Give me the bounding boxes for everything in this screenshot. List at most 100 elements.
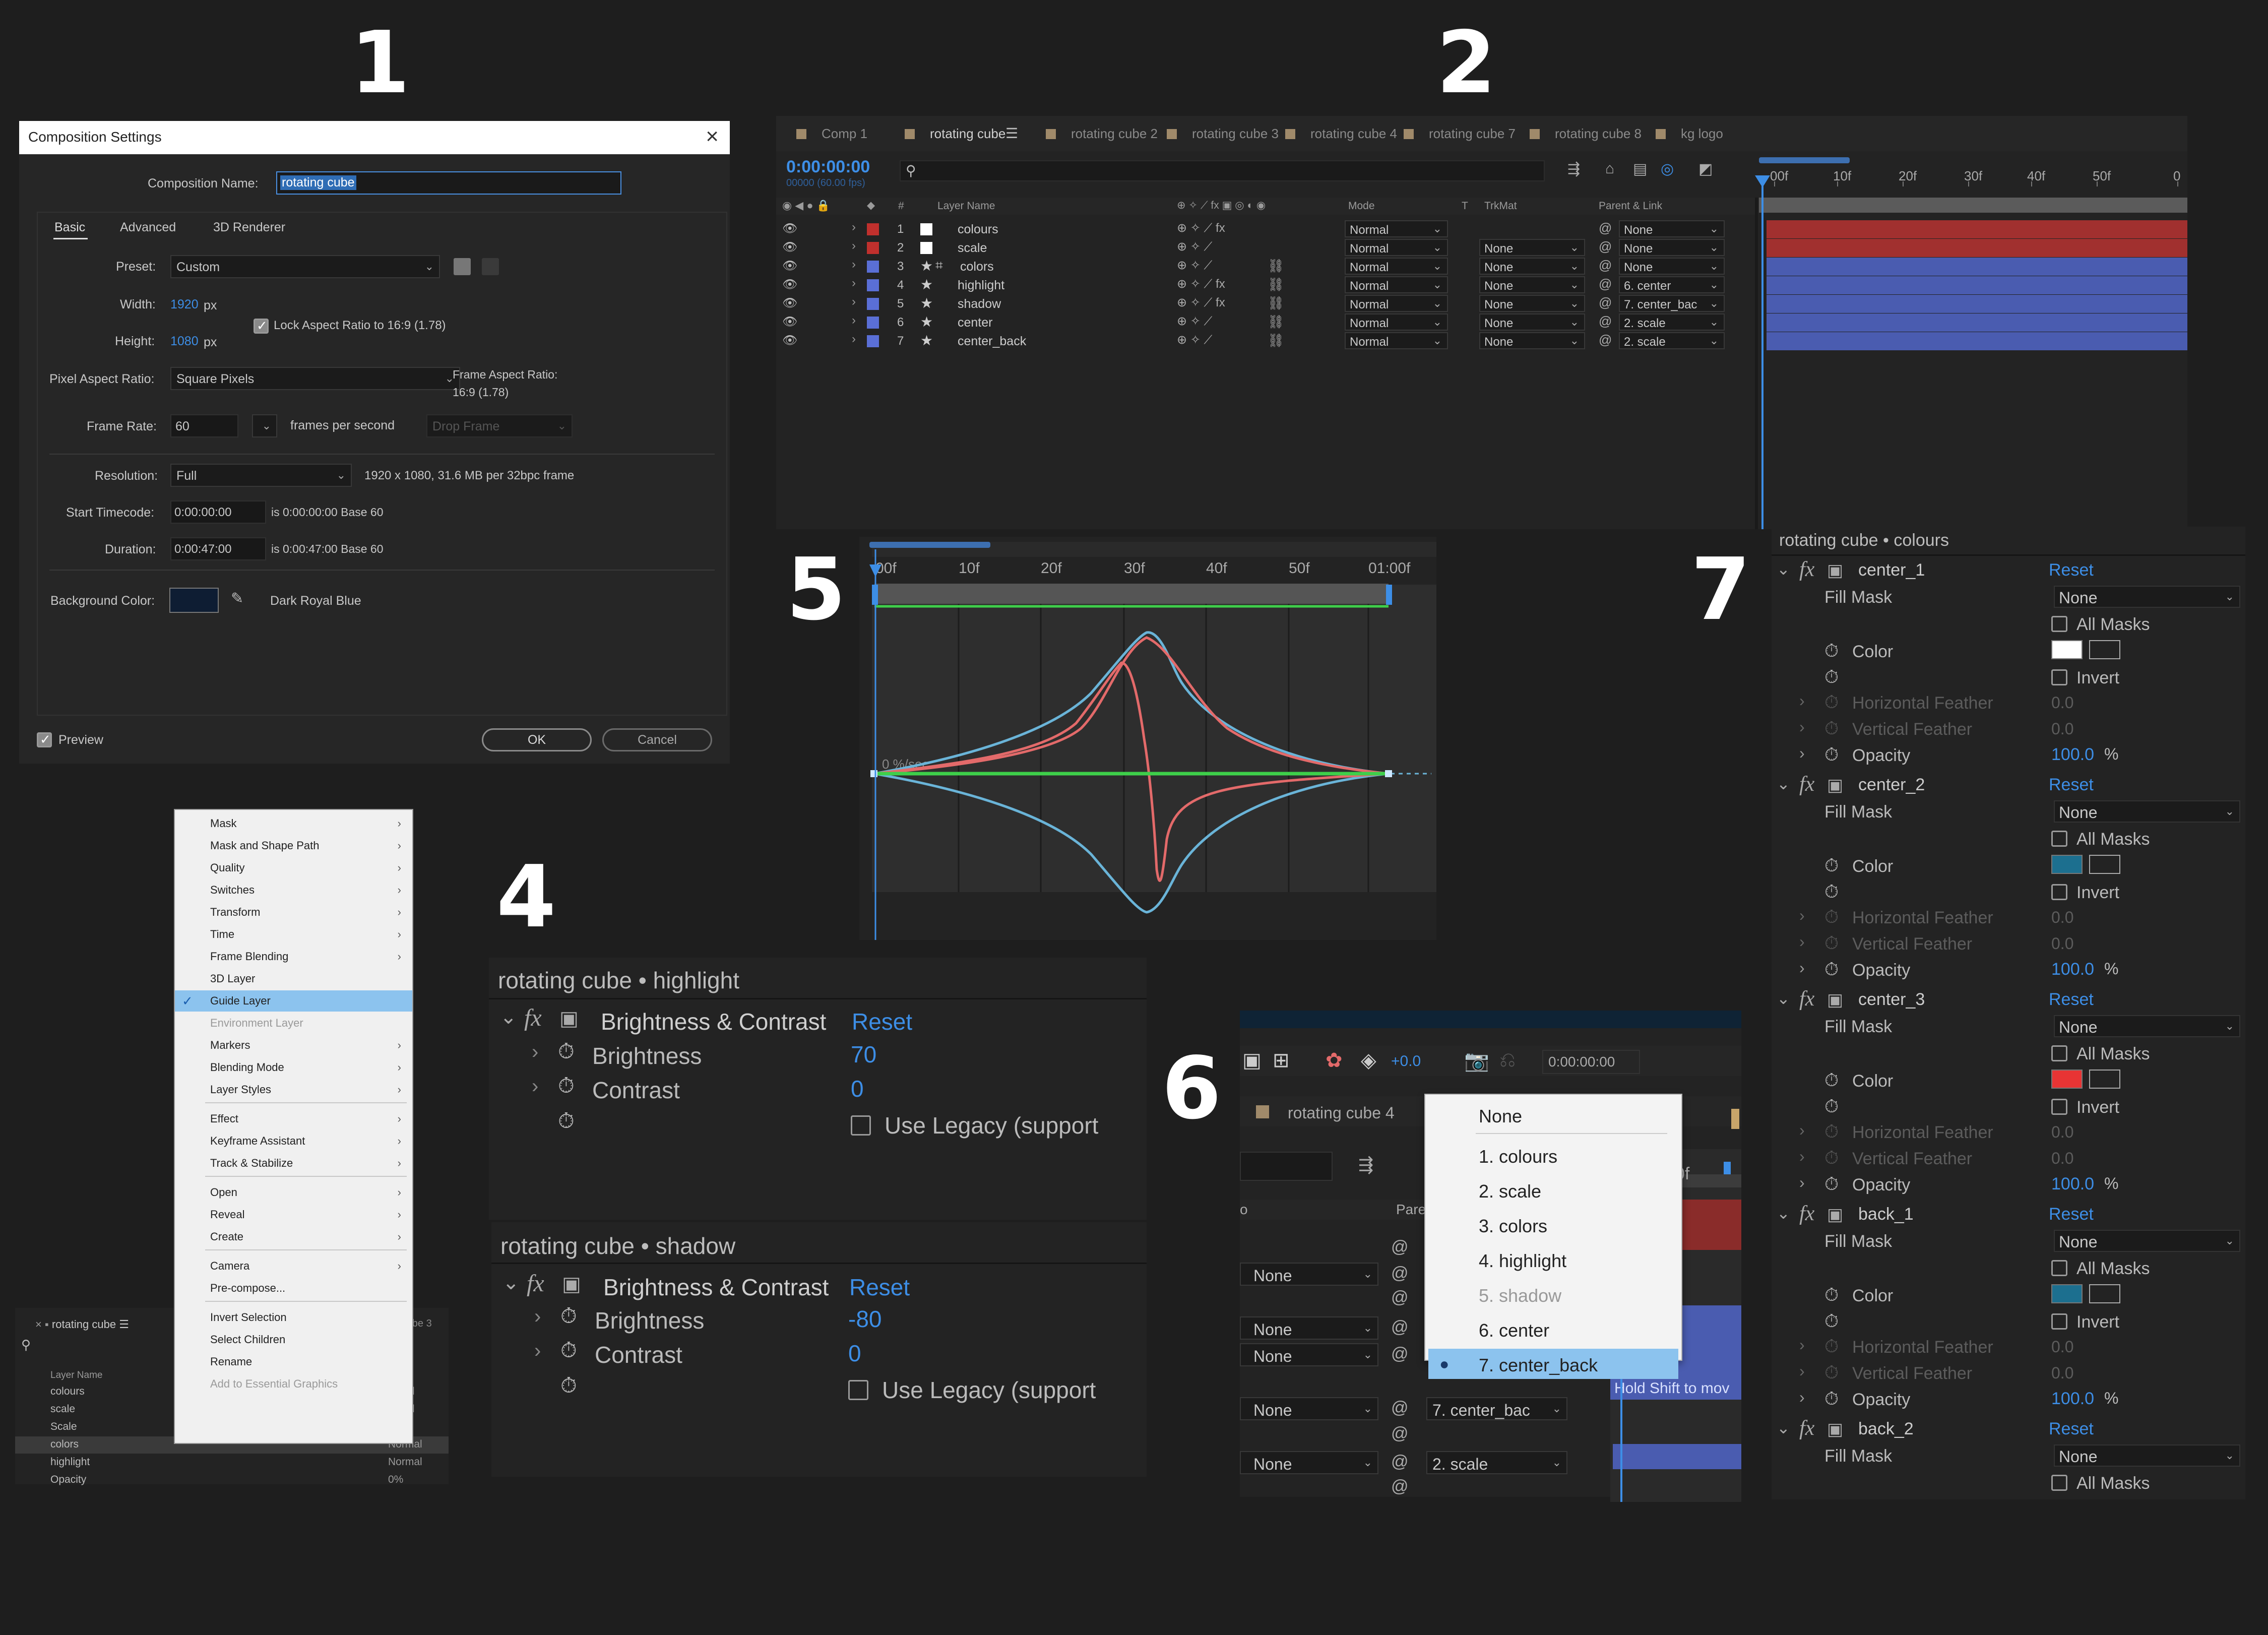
chevron-right-icon[interactable]: › — [852, 313, 856, 328]
chevron-right-icon[interactable]: › — [852, 276, 856, 290]
invert-checkbox[interactable] — [2051, 884, 2067, 900]
ok-button[interactable]: OK — [482, 728, 592, 751]
menu-item[interactable]: Frame Blending › — [175, 946, 412, 967]
eye-icon[interactable]: 👁 — [782, 277, 797, 292]
fx-icon[interactable]: fx — [524, 1004, 542, 1032]
pixel-aspect-dropdown[interactable]: Square Pixels ⌄ — [170, 367, 460, 390]
channels-icon[interactable]: ✿ — [1326, 1049, 1343, 1072]
layer-name[interactable]: colors — [960, 260, 994, 274]
eye-icon[interactable]: 👁 — [782, 240, 797, 255]
reset-button[interactable]: Reset — [852, 1008, 912, 1035]
lock-aspect-checkbox[interactable]: ✓ — [254, 318, 269, 334]
eyedropper-icon[interactable] — [2089, 855, 2120, 874]
chevron-right-icon[interactable]: › — [534, 1305, 541, 1328]
chevron-right-icon[interactable]: › — [1799, 1147, 1805, 1166]
switch-icons[interactable]: ⊕ ✧ ⟋ — [1177, 258, 1212, 273]
pick-whip-icon[interactable]: @ — [1599, 295, 1612, 310]
layer-row[interactable]: 👁 › 2 scale ⊕ ✧ ⟋ Normal ⌄ None ⌄ @ None ⌄ — [776, 238, 2187, 259]
layer-row[interactable]: 👁 › 4 ★ highlight ⊕ ✧ ⟋ fx ⛓ Normal ⌄ None ⌄ @6. ce… — [776, 275, 2187, 296]
menu-item[interactable]: Camera › — [175, 1255, 412, 1277]
chevron-right-icon[interactable]: › — [1799, 1121, 1805, 1140]
reset-button[interactable]: Reset — [2049, 1419, 2094, 1439]
layer-name[interactable]: center_back — [958, 334, 1026, 349]
pick-whip-icon[interactable]: @ — [1391, 1452, 1409, 1472]
parent-dropdown[interactable]: 2. scale ⌄ — [1619, 332, 1725, 349]
label-color[interactable] — [867, 223, 879, 235]
menu-item[interactable]: Rename — [175, 1351, 412, 1372]
frame-blending-icon[interactable]: ▤ — [1633, 160, 1647, 178]
layer-name[interactable]: center — [958, 316, 992, 330]
opacity-value[interactable]: 100.0 — [2051, 1174, 2094, 1194]
parent-mode-dropdown[interactable]: None ⌄ — [1240, 1451, 1378, 1474]
work-area-end[interactable] — [1386, 585, 1392, 605]
label-color[interactable] — [867, 242, 879, 254]
chevron-down-icon[interactable]: ⌄ — [502, 1271, 520, 1294]
trkmat-dropdown[interactable]: None ⌄ — [1479, 313, 1585, 331]
chevron-right-icon[interactable]: › — [852, 220, 856, 234]
menu-item[interactable]: Open › — [175, 1182, 412, 1203]
eyedropper-icon[interactable] — [2089, 1070, 2120, 1089]
all-masks-checkbox[interactable] — [2051, 1045, 2067, 1061]
all-masks-checkbox[interactable] — [2051, 1260, 2067, 1276]
invert-checkbox[interactable] — [2051, 1313, 2067, 1330]
mode-dropdown[interactable]: Normal ⌄ — [1345, 313, 1448, 331]
color-swatch[interactable] — [2051, 855, 2083, 874]
all-masks-checkbox[interactable] — [2051, 1475, 2067, 1491]
eyedropper-icon[interactable]: ✎ — [231, 590, 243, 607]
menu-item[interactable]: Keyframe Assistant › — [175, 1130, 412, 1152]
stopwatch-icon[interactable]: ⏱ — [560, 1373, 577, 1398]
chevron-right-icon[interactable]: › — [1799, 932, 1805, 951]
brightness-value[interactable]: -80 — [848, 1305, 881, 1333]
duration-input[interactable]: 0:00:47:00 — [170, 537, 266, 560]
label-color[interactable] — [867, 317, 879, 329]
chevron-down-icon[interactable]: ⌄ — [1777, 774, 1790, 793]
reset-button[interactable]: Reset — [2049, 560, 2094, 580]
comp-name-input[interactable]: rotating cube — [276, 171, 621, 195]
menu-item[interactable]: Invert Selection — [175, 1307, 412, 1328]
chevron-right-icon[interactable]: › — [1799, 1362, 1805, 1380]
mode-dropdown[interactable]: Normal ⌄ — [1345, 295, 1448, 312]
chevron-right-icon[interactable]: › — [1799, 691, 1805, 710]
stopwatch-icon[interactable]: ⏱ — [1824, 855, 1839, 876]
menu-item[interactable]: Effect › — [175, 1108, 412, 1129]
work-area-bar[interactable] — [1759, 157, 1850, 163]
exposure-icon[interactable]: ◈ — [1361, 1049, 1376, 1072]
chevron-right-icon[interactable]: › — [852, 258, 856, 272]
label-color[interactable] — [867, 261, 879, 273]
layer-name[interactable]: shadow — [958, 297, 1001, 311]
layer-row[interactable]: 👁 › 1 colours ⊕ ✧ ⟋ fx Normal ⌄ @ None ⌄ — [776, 219, 2187, 240]
preview-checkbox[interactable]: ✓ — [37, 732, 52, 747]
color-swatch[interactable] — [2051, 1284, 2083, 1303]
reset-button[interactable]: Reset — [2049, 775, 2094, 795]
menu-item[interactable]: Reveal › — [175, 1204, 412, 1225]
menu-item[interactable]: Mask › — [175, 813, 412, 834]
chevron-right-icon[interactable]: › — [1799, 959, 1805, 977]
reset-button[interactable]: Reset — [2049, 1205, 2094, 1224]
chevron-right-icon[interactable]: › — [1799, 1388, 1805, 1407]
layer-search-input[interactable]: ⚲ — [900, 160, 1545, 181]
time-ruler[interactable]: 00f 10f 20f 30f 40f 50f 0 — [1759, 157, 2187, 186]
height-value[interactable]: 1080 — [170, 334, 199, 349]
reset-button[interactable]: Reset — [849, 1274, 910, 1301]
pick-whip-icon[interactable]: @ — [1599, 332, 1612, 348]
chevron-right-icon[interactable]: › — [1799, 1173, 1805, 1192]
pick-whip-icon[interactable]: @ — [1599, 313, 1612, 329]
reset-button[interactable]: Reset — [2049, 990, 2094, 1010]
fill-mask-dropdown[interactable]: None ⌄ — [2054, 800, 2240, 823]
color-swatch[interactable] — [2051, 640, 2083, 659]
parent-dropdown[interactable]: None ⌄ — [1619, 239, 1725, 256]
tab-basic[interactable]: Basic — [54, 220, 85, 235]
layer-row[interactable]: 👁 › 5 ★ shadow ⊕ ✧ ⟋ fx ⛓ Normal ⌄ None ⌄ @7. cente… — [776, 294, 2187, 315]
trkmat-dropdown[interactable]: None ⌄ — [1479, 276, 1585, 293]
menu-item[interactable]: Switches › — [175, 879, 412, 901]
work-area-bar[interactable] — [869, 542, 990, 548]
switch-icons[interactable]: ⊕ ✧ ⟋ — [1177, 314, 1212, 329]
fill-mask-dropdown[interactable]: None ⌄ — [2054, 1444, 2240, 1467]
opacity-value[interactable]: 100.0 — [2051, 960, 2094, 979]
contrast-value[interactable]: 0 — [851, 1075, 864, 1102]
cancel-button[interactable]: Cancel — [602, 728, 712, 751]
parent-option[interactable]: 6. center — [1428, 1314, 1678, 1344]
fill-mask-dropdown[interactable]: None ⌄ — [2054, 1230, 2240, 1252]
fx-icon[interactable]: fx — [1799, 987, 1814, 1011]
layer-duration-bar[interactable] — [1767, 258, 2187, 276]
